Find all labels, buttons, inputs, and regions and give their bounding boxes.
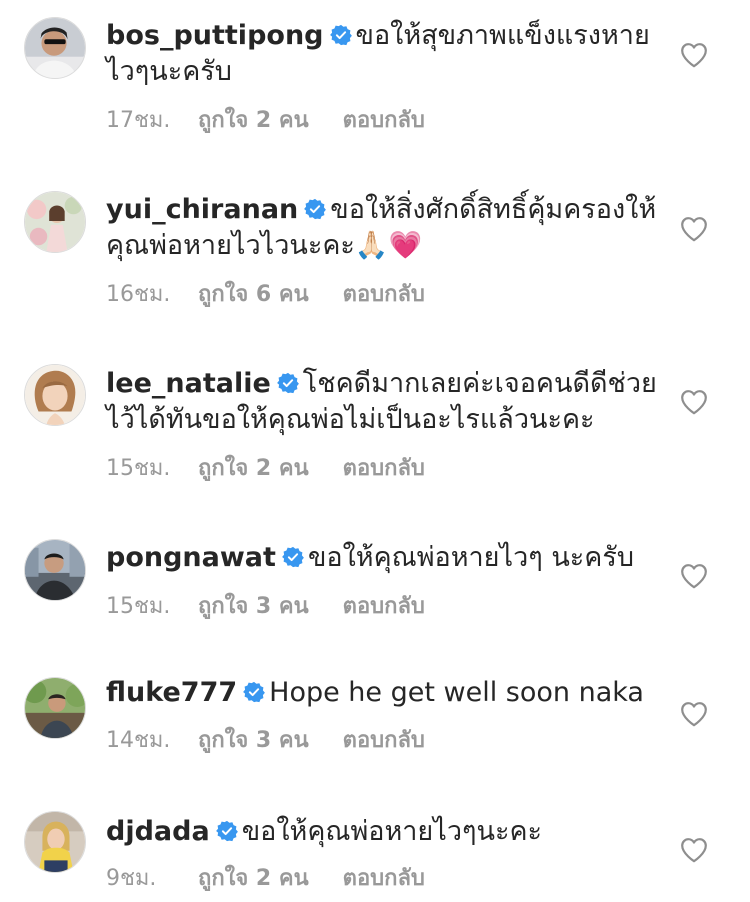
reply-button[interactable]: ตอบกลับ <box>343 106 425 136</box>
comment-meta: 9ชม. ถูกใจ 2 คน ตอบกลับ <box>106 864 425 894</box>
heart-outline-icon[interactable] <box>680 389 708 415</box>
comment-meta: 15ชม. ถูกใจ 2 คน ตอบกลับ <box>106 454 425 484</box>
comment-text: ขอให้คุณพ่อหายไวๆ นะครับ <box>307 542 634 573</box>
comment-username[interactable]: pongnawat <box>106 542 276 573</box>
heart-outline-icon[interactable] <box>680 563 708 589</box>
comment-likes-count[interactable]: ถูกใจ 6 คน <box>198 280 309 310</box>
comment-text-block: fluke777 Hope he get well soon naka <box>106 675 666 711</box>
comment-text: ขอให้คุณพ่อหายไวๆนะคะ <box>241 816 543 847</box>
verified-badge-icon <box>282 546 304 568</box>
comment-meta: 17ชม. ถูกใจ 2 คน ตอบกลับ <box>106 106 425 136</box>
reply-button[interactable]: ตอบกลับ <box>343 454 425 484</box>
comment-likes-count[interactable]: ถูกใจ 3 คน <box>198 592 309 622</box>
heart-outline-icon[interactable] <box>680 42 708 68</box>
comment-text-block: pongnawat ขอให้คุณพ่อหายไวๆ นะครับ <box>106 540 666 576</box>
comment-username[interactable]: djdada <box>106 816 210 847</box>
comment-likes-count[interactable]: ถูกใจ 2 คน <box>198 864 309 894</box>
comment-username[interactable]: bos_puttipong <box>106 20 324 51</box>
comment-timestamp: 15ชม. <box>106 594 171 619</box>
avatar[interactable] <box>24 17 86 79</box>
comment-text-block: yui_chiranan ขอให้สิ่งศักดิ์สิทธิ์คุ้มครอ… <box>106 192 666 264</box>
reply-button[interactable]: ตอบกลับ <box>343 280 425 310</box>
comment-timestamp: 15ชม. <box>106 456 171 481</box>
avatar[interactable] <box>24 191 86 253</box>
comment-username[interactable]: lee_natalie <box>106 368 271 399</box>
heart-outline-icon[interactable] <box>680 837 708 863</box>
avatar[interactable] <box>24 677 86 739</box>
heart-outline-icon[interactable] <box>680 701 708 727</box>
comment-text-block: lee_natalie โชคดีมากเลยค่ะเจอคนดีดีช่วยไว… <box>106 366 666 438</box>
verified-badge-icon <box>216 820 238 842</box>
comment-timestamp: 16ชม. <box>106 282 171 307</box>
heart-outline-icon[interactable] <box>680 216 708 242</box>
avatar[interactable] <box>24 539 86 601</box>
comment-text-block: djdada ขอให้คุณพ่อหายไวๆนะคะ <box>106 814 666 850</box>
verified-badge-icon <box>277 372 299 394</box>
verified-badge-icon <box>304 198 326 220</box>
avatar[interactable] <box>24 364 86 426</box>
comment-timestamp: 14ชม. <box>106 728 171 753</box>
comment-timestamp: 17ชม. <box>106 108 171 133</box>
comment-meta: 15ชม. ถูกใจ 3 คน ตอบกลับ <box>106 592 425 622</box>
comment-text-block: bos_puttipong ขอให้สุขภาพแข็งแรงหายไวๆนะค… <box>106 18 666 90</box>
comment-likes-count[interactable]: ถูกใจ 3 คน <box>198 726 309 756</box>
reply-button[interactable]: ตอบกลับ <box>343 864 425 894</box>
comment-likes-count[interactable]: ถูกใจ 2 คน <box>198 454 309 484</box>
avatar[interactable] <box>24 811 86 873</box>
reply-button[interactable]: ตอบกลับ <box>343 726 425 756</box>
comment-username[interactable]: yui_chiranan <box>106 194 298 225</box>
verified-badge-icon <box>330 24 352 46</box>
reply-button[interactable]: ตอบกลับ <box>343 592 425 622</box>
comment-username[interactable]: fluke777 <box>106 677 237 708</box>
comment-meta: 14ชม. ถูกใจ 3 คน ตอบกลับ <box>106 726 425 756</box>
comment-text: Hope he get well soon naka <box>269 677 644 708</box>
comment-timestamp: 9ชม. <box>106 866 157 891</box>
verified-badge-icon <box>243 681 265 703</box>
comment-likes-count[interactable]: ถูกใจ 2 คน <box>198 106 309 136</box>
comment-meta: 16ชม. ถูกใจ 6 คน ตอบกลับ <box>106 280 425 310</box>
